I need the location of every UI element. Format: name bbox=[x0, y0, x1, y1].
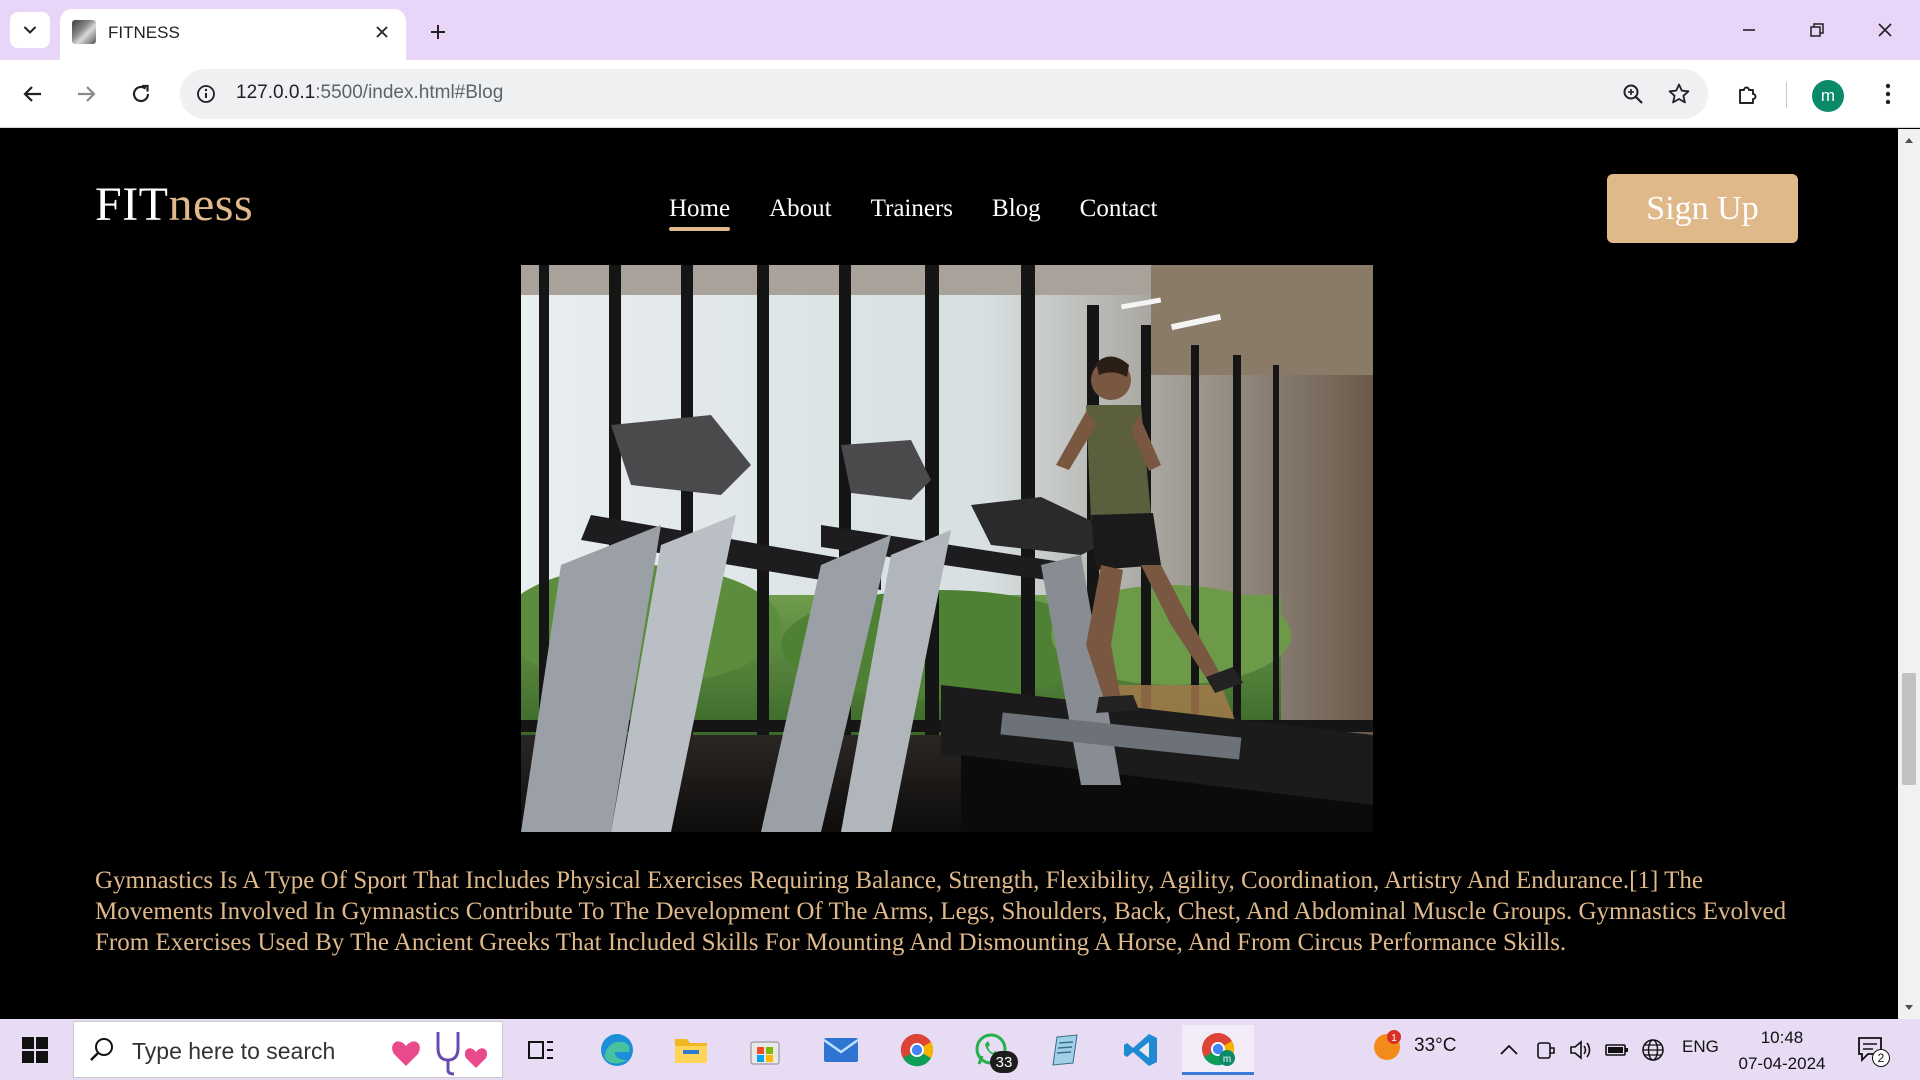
scroll-down-arrow-icon[interactable] bbox=[1898, 997, 1920, 1019]
taskbar-search-box[interactable]: Type here to search bbox=[73, 1021, 503, 1078]
taskbar-whatsapp[interactable]: 33 bbox=[962, 1025, 1020, 1075]
chevron-down-icon bbox=[24, 26, 36, 34]
page-scrollbar[interactable] bbox=[1898, 129, 1920, 1019]
browser-menu-button[interactable] bbox=[1868, 74, 1908, 114]
browser-tab-active[interactable]: FITNESS bbox=[60, 9, 406, 60]
arrow-left-icon bbox=[23, 86, 41, 102]
taskbar-search-placeholder: Type here to search bbox=[132, 1038, 336, 1064]
nav-trainers[interactable]: Trainers bbox=[871, 195, 953, 229]
restore-icon bbox=[1810, 23, 1824, 37]
sign-up-button[interactable]: Sign Up bbox=[1607, 174, 1798, 243]
taskbar-clock[interactable]: 10:48 07-04-2024 bbox=[1734, 1025, 1830, 1077]
page-viewport: FITness Home About Trainers Blog Contact… bbox=[0, 129, 1898, 1019]
extensions-button[interactable] bbox=[1728, 74, 1768, 114]
minimize-icon bbox=[1743, 29, 1755, 31]
start-button[interactable] bbox=[10, 1029, 60, 1071]
chrome-icon bbox=[900, 1033, 934, 1067]
url-path: :5500/index.html#Blog bbox=[315, 82, 504, 103]
reload-icon bbox=[132, 84, 150, 103]
tab-title: FITNESS bbox=[108, 23, 180, 42]
taskbar-file-explorer[interactable] bbox=[662, 1025, 720, 1075]
taskbar-notepad[interactable] bbox=[1036, 1025, 1094, 1075]
browser-toolbar: 127.0.0.1:5500/index.html#Blog m bbox=[0, 60, 1920, 128]
browser-tabstrip: FITNESS bbox=[0, 0, 1920, 60]
taskbar-mail[interactable] bbox=[812, 1025, 870, 1075]
windows-logo-icon bbox=[22, 1037, 48, 1063]
url-host: 127.0.0.1 bbox=[236, 82, 316, 103]
logo-accent: ness bbox=[168, 178, 254, 231]
zoom-icon[interactable] bbox=[1620, 81, 1646, 107]
close-window-button[interactable] bbox=[1860, 10, 1910, 50]
whatsapp-badge: 33 bbox=[990, 1051, 1018, 1073]
url-text[interactable]: 127.0.0.1:5500/index.html#Blog bbox=[236, 82, 503, 104]
close-icon bbox=[376, 26, 388, 38]
tab-close-button[interactable] bbox=[370, 20, 394, 44]
tab-search-button[interactable] bbox=[10, 12, 50, 48]
site-header: FITness Home About Trainers Blog Contact… bbox=[0, 129, 1898, 259]
minimize-button[interactable] bbox=[1724, 10, 1774, 50]
vscode-icon bbox=[1124, 1034, 1157, 1066]
scroll-thumb[interactable] bbox=[1902, 673, 1916, 785]
stethoscope-hearts-icon bbox=[392, 1032, 488, 1076]
profile-avatar[interactable]: m bbox=[1812, 80, 1844, 112]
network-globe-icon[interactable] bbox=[1640, 1037, 1666, 1063]
main-nav: Home About Trainers Blog Contact bbox=[669, 195, 1158, 231]
tray-device-icon[interactable] bbox=[1533, 1037, 1559, 1063]
taskbar-store[interactable] bbox=[736, 1025, 794, 1075]
puzzle-icon bbox=[1739, 86, 1757, 104]
arrow-right-icon bbox=[78, 86, 96, 102]
clock-date: 07-04-2024 bbox=[1738, 1054, 1826, 1073]
close-icon bbox=[1878, 23, 1892, 37]
toolbar-divider bbox=[1786, 82, 1787, 108]
logo-main: FIT bbox=[95, 178, 169, 231]
plus-icon bbox=[431, 25, 445, 39]
task-view-icon bbox=[528, 1041, 553, 1059]
taskbar-chrome-profile[interactable]: m bbox=[1182, 1025, 1254, 1075]
restore-button[interactable] bbox=[1792, 10, 1842, 50]
tray-expand-chevron-icon[interactable] bbox=[1496, 1037, 1522, 1063]
nav-contact[interactable]: Contact bbox=[1080, 195, 1158, 229]
volume-icon[interactable] bbox=[1568, 1037, 1594, 1063]
nav-home[interactable]: Home bbox=[669, 195, 731, 231]
weather-badge: 1 bbox=[1391, 1033, 1397, 1044]
taskbar-vscode[interactable] bbox=[1112, 1025, 1170, 1075]
fitness-favicon-icon bbox=[72, 20, 96, 44]
svg-text:m: m bbox=[1223, 1054, 1231, 1065]
blog-hero-image bbox=[521, 265, 1373, 832]
search-icon bbox=[90, 1038, 113, 1061]
battery-icon[interactable] bbox=[1604, 1037, 1630, 1063]
gym-treadmill-photo bbox=[521, 265, 1373, 832]
notepad-icon bbox=[1052, 1034, 1078, 1066]
store-icon bbox=[750, 1041, 780, 1065]
bookmark-star-icon[interactable] bbox=[1664, 79, 1694, 109]
task-view-button[interactable] bbox=[512, 1025, 570, 1075]
nav-about[interactable]: About bbox=[769, 195, 832, 229]
forward-button[interactable] bbox=[66, 74, 106, 114]
clock-time: 10:48 bbox=[1760, 1028, 1804, 1047]
taskbar-edge[interactable] bbox=[588, 1025, 646, 1075]
back-button[interactable] bbox=[13, 74, 53, 114]
mail-icon bbox=[823, 1038, 859, 1062]
scroll-up-arrow-icon[interactable] bbox=[1898, 129, 1920, 151]
os-taskbar: Type here to search 33 m 1 33°C ENG 10:4… bbox=[0, 1019, 1920, 1080]
sun-icon: 1 bbox=[1374, 1030, 1401, 1060]
notification-count: 2 bbox=[1872, 1049, 1890, 1067]
notification-center-button[interactable]: 2 bbox=[1856, 1035, 1890, 1067]
taskbar-chrome[interactable] bbox=[888, 1025, 946, 1075]
nav-blog[interactable]: Blog bbox=[992, 195, 1041, 229]
reload-button[interactable] bbox=[121, 74, 161, 114]
site-logo[interactable]: FITness bbox=[95, 177, 253, 232]
new-tab-button[interactable] bbox=[420, 14, 456, 50]
more-vert-icon bbox=[1885, 83, 1891, 105]
site-info-icon[interactable] bbox=[192, 80, 220, 108]
weather-widget[interactable]: 1 33°C bbox=[1370, 1029, 1456, 1063]
chrome-profile-icon: m bbox=[1202, 1032, 1235, 1066]
folder-icon bbox=[675, 1039, 707, 1063]
address-bar[interactable]: 127.0.0.1:5500/index.html#Blog bbox=[180, 69, 1708, 119]
edge-icon bbox=[601, 1034, 633, 1066]
blog-paragraph: Gymnastics Is A Type Of Sport That Inclu… bbox=[95, 867, 1787, 956]
weather-temperature: 33°C bbox=[1414, 1035, 1457, 1056]
input-language[interactable]: ENG bbox=[1682, 1037, 1719, 1057]
